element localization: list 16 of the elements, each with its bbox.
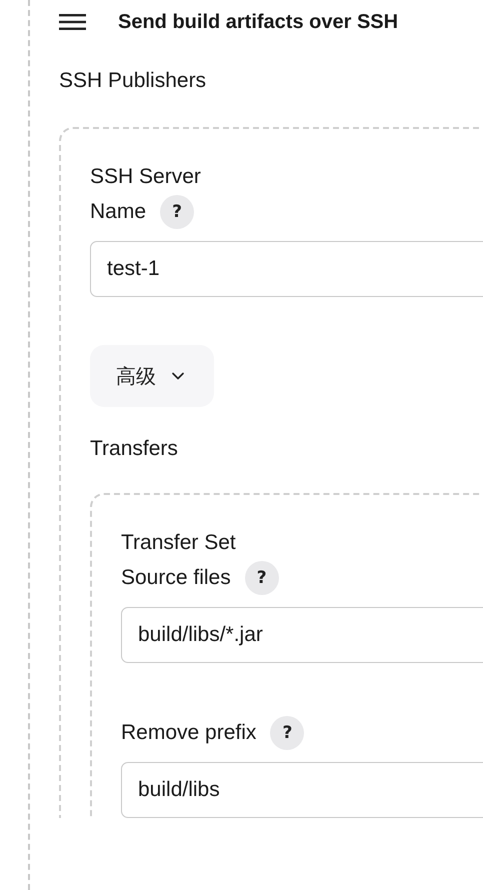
help-button[interactable]: ? — [270, 716, 304, 750]
input-field[interactable]: test-1 — [90, 241, 483, 297]
input-field[interactable]: build/libs — [121, 762, 483, 818]
field-label: Remove prefix — [121, 720, 256, 746]
field-label: Name — [90, 199, 146, 225]
card-title: SSH Server — [90, 164, 201, 190]
input-field[interactable]: build/libs/*.jar — [121, 607, 483, 663]
help-button[interactable]: ? — [244, 560, 279, 594]
menu-icon[interactable] — [59, 14, 86, 30]
section-title: Send build artifacts over SSH — [118, 10, 398, 34]
field-label: Source files — [121, 565, 231, 591]
transfers-label: Transfers — [90, 437, 179, 461]
card-title: Transfer Set — [121, 530, 236, 556]
help-button[interactable]: ? — [160, 194, 194, 228]
advanced-button[interactable]: 高级 — [90, 345, 214, 407]
section-label: SSH Publishers — [59, 69, 208, 93]
